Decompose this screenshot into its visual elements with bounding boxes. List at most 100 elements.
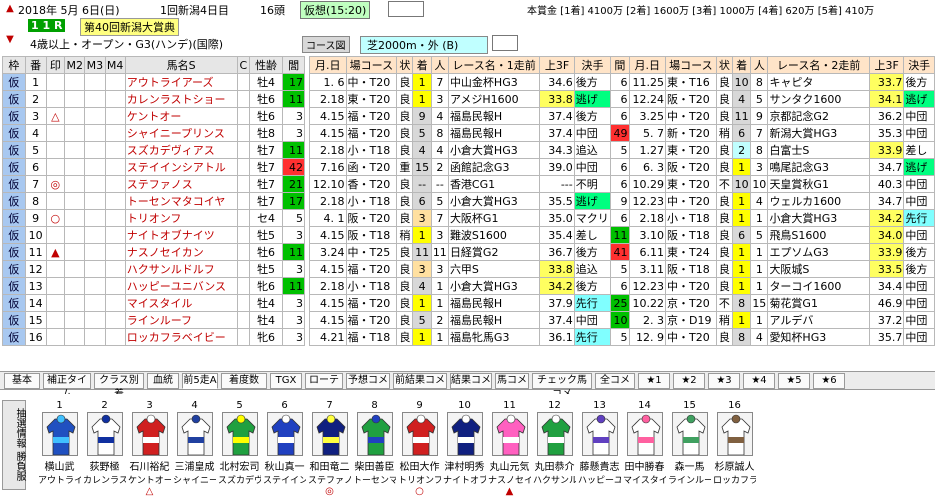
horse-row[interactable]: 仮 7 ◎ ステファノス 牡7 21	[2, 175, 305, 193]
past-race-row[interactable]: 2.18 東・T20 良 1 3 アメジH1600 33.8 逃げ 6 12.24 阪・T20 良 4 5…	[309, 90, 935, 108]
tab-11[interactable]: 馬コメ	[495, 373, 529, 389]
tab-15[interactable]: ★2	[673, 373, 705, 389]
prediction-mark[interactable]	[45, 260, 66, 278]
past-col-header[interactable]: 状	[715, 56, 733, 74]
past-race-row[interactable]: 4.15 福・T20 良 1 1 福島民報H 37.9 先行 25 10.22 京・T20 不 8 15 菊…	[309, 294, 935, 312]
past-race-row[interactable]: 2.18 小・T18 良 6 5 小倉大賞HG3 35.5 逃げ 9 12.23 中・T20 良 1 4 ウ…	[309, 192, 935, 210]
past-col-header[interactable]: 上3F	[539, 56, 575, 74]
past-col-header[interactable]: 場コース	[345, 56, 398, 74]
col-interval[interactable]: 閭	[282, 56, 305, 74]
horse-name[interactable]: ナスノセイカン	[124, 243, 238, 261]
past-col-header[interactable]: 着	[731, 56, 752, 74]
past-col-header[interactable]: 間	[610, 56, 630, 74]
horse-name[interactable]: ロッカフラベイビー	[124, 328, 238, 346]
tab-14[interactable]: ★1	[638, 373, 670, 389]
prediction-mark[interactable]	[45, 277, 66, 295]
tab-7[interactable]: ローテ	[305, 373, 343, 389]
horse-name[interactable]: トリオンフ	[124, 209, 238, 227]
prediction-mark[interactable]	[45, 141, 66, 159]
tab-2[interactable]: クラス別着	[94, 373, 144, 400]
past-col-header[interactable]: 人	[750, 56, 769, 74]
horse-name[interactable]: ケントオー	[124, 107, 238, 125]
past-race-row[interactable]: 2.18 小・T18 良 4 1 小倉大賞HG3 34.2 後方 6 12.23 中・T20 良 1 1 タ…	[309, 277, 935, 295]
course-map-button[interactable]: コース図	[302, 36, 350, 53]
tab-10[interactable]: 結果コメ	[450, 373, 492, 389]
col-sex-age[interactable]: 性齢	[248, 56, 284, 74]
silk-card[interactable]: 4 三浦皇成 シャイニー	[173, 400, 216, 495]
past-race-row[interactable]: 4.21 福・T18 良 1 1 福島牝馬G3 36.1 先行 5 12. 9 中・T20 良 8 4 愛知…	[309, 328, 935, 346]
horse-row[interactable]: 仮 15 ラインルーフ 牡4 3	[2, 311, 305, 329]
past-race-row[interactable]: 4. 1 阪・T20 良 3 7 大阪杯G1 35.0 マクリ 6 2.18 小・T18 良 1 1 小倉大…	[309, 209, 935, 227]
past-col-header[interactable]: 上3F	[868, 56, 905, 74]
tab-3[interactable]: 血統	[147, 373, 179, 389]
tab-19[interactable]: ★6	[813, 373, 845, 389]
past-race-row[interactable]: 4.15 福・T20 良 9 4 福島民報H 37.4 後方 6 3.25 中・T20 良 11 9 京都記…	[309, 107, 935, 125]
prev-race-arrow[interactable]: ▲	[4, 3, 16, 15]
past-race-row[interactable]: 3.24 中・T25 良 11 11 日経賞G2 36.7 後方 41 6.11 東・T24 良 1 1 エ…	[309, 243, 935, 261]
past-race-row[interactable]: 7.16 函・T20 重 15 2 函館記念G3 39.0 中団 6 6. 3 阪・T20 良 1 3 鳴尾…	[309, 158, 935, 176]
past-race-row[interactable]: 1. 6 中・T20 良 1 7 中山金杯HG3 34.6 後方 6 11.25 東・T16 良 10 8…	[309, 73, 935, 91]
horse-row[interactable]: 仮 12 ハクサンルドルフ 牡5 3	[2, 260, 305, 278]
silk-card[interactable]: 10 津村明秀 ナイトオブ	[443, 400, 486, 495]
silk-card[interactable]: 16 杉原誠人 ロッカフラ	[713, 400, 756, 495]
horse-name[interactable]: カレンラストショー	[124, 90, 238, 108]
prediction-mark[interactable]: ○	[45, 209, 66, 227]
silk-card[interactable]: 13 藤懸貴志 ハッピーユ	[578, 400, 621, 495]
horse-row[interactable]: 仮 14 マイスタイル 牡4 3	[2, 294, 305, 312]
past-race-row[interactable]: 4.15 福・T20 良 3 3 六甲S 33.8 追込 5 3.11 阪・T18 良 1 1 大阪城S 33…	[309, 260, 935, 278]
past-col-header[interactable]: レース名・1走前	[447, 56, 541, 74]
horse-row[interactable]: 仮 2 カレンラストショー 牡6 11	[2, 90, 305, 108]
prediction-mark[interactable]	[45, 226, 66, 244]
past-col-header[interactable]: 決手	[903, 56, 935, 74]
horse-row[interactable]: 仮 13 ハッピーユニバンス 牝6 11	[2, 277, 305, 295]
prediction-mark[interactable]	[45, 192, 66, 210]
past-col-header[interactable]: 月.日	[628, 56, 667, 74]
tab-18[interactable]: ★5	[778, 373, 810, 389]
silk-card[interactable]: 5 北村宏司 スズカデヴ	[218, 400, 261, 495]
horse-row[interactable]: 仮 3 △ ケントオー 牡6 3	[2, 107, 305, 125]
horse-name[interactable]: ステファノス	[124, 175, 238, 193]
prediction-mark[interactable]	[45, 90, 66, 108]
horse-name[interactable]: スズカデヴィアス	[124, 141, 238, 159]
silk-card[interactable]: 7 和田竜二 ステファノ ◎	[308, 400, 351, 497]
past-race-row[interactable]: 2.18 小・T18 良 4 4 小倉大賞HG3 34.3 追込 5 1.27 東・T20 良 2 8 白富…	[309, 141, 935, 159]
horse-row[interactable]: 仮 16 ロッカフラベイビー 牝6 3	[2, 328, 305, 346]
horse-name[interactable]: ハッピーユニバンス	[124, 277, 238, 295]
past-race-row[interactable]: 4.15 福・T20 良 5 2 福島民報H 37.4 中団 10 2. 3 京・D19 稍 1 1 アルデ…	[309, 311, 935, 329]
silk-card[interactable]: 6 秋山真一 ステイイン	[263, 400, 306, 495]
horse-row[interactable]: 仮 1 アウトライアーズ 牡4 17	[2, 73, 305, 91]
prediction-mark[interactable]	[45, 328, 66, 346]
tab-8[interactable]: 予想コメ	[346, 373, 390, 389]
tab-17[interactable]: ★4	[743, 373, 775, 389]
prediction-mark[interactable]: ▲	[45, 243, 66, 261]
prediction-mark[interactable]	[45, 294, 66, 312]
horse-row[interactable]: 仮 5 スズカデヴィアス 牡7 11	[2, 141, 305, 159]
past-col-header[interactable]: 月.日	[309, 56, 347, 74]
col-m2[interactable]: M2	[64, 56, 86, 74]
col-c[interactable]: C	[236, 56, 251, 74]
silk-card[interactable]: 15 森一馬 ラインルー	[668, 400, 711, 495]
past-race-row[interactable]: 4.15 福・T20 良 5 8 福島民報H 37.4 中団 49 5. 7 新・T20 稍 6 7 新潟大…	[309, 124, 935, 142]
past-col-header[interactable]: 状	[396, 56, 414, 74]
past-col-header[interactable]: 場コース	[665, 56, 717, 74]
horse-row[interactable]: 仮 4 シャイニープリンス 牡8 3	[2, 124, 305, 142]
tab-0[interactable]: 基本	[4, 373, 40, 389]
prediction-mark[interactable]	[45, 158, 66, 176]
col-horse-name[interactable]: 馬名S	[124, 56, 238, 74]
horse-name[interactable]: ラインルーフ	[124, 311, 238, 329]
horse-row[interactable]: 仮 9 ○ トリオンフ セ4 5	[2, 209, 305, 227]
prediction-mark[interactable]: ◎	[45, 175, 66, 193]
past-col-header[interactable]: 決手	[573, 56, 612, 74]
past-race-row[interactable]: 4.15 阪・T18 稍 1 3 難波S1600 35.4 差し 11 3.10 阪・T18 良 6 5 飛…	[309, 226, 935, 244]
silk-card[interactable]: 1 横山武 アウトライ	[38, 400, 81, 495]
course-input[interactable]	[492, 35, 518, 51]
horse-name[interactable]: ナイトオブナイツ	[124, 226, 238, 244]
horse-name[interactable]: マイスタイル	[124, 294, 238, 312]
horse-row[interactable]: 仮 11 ▲ ナスノセイカン 牡6 11	[2, 243, 305, 261]
prediction-mark[interactable]	[45, 311, 66, 329]
tab-1[interactable]: 補正タイム	[43, 373, 91, 400]
silk-card[interactable]: 9 松田大作 トリオンフ ○	[398, 400, 441, 497]
silk-card[interactable]: 3 石川裕紀 ケントオー △	[128, 400, 171, 497]
prediction-mark[interactable]	[45, 124, 66, 142]
tab-12[interactable]: チェック馬コメ	[532, 373, 592, 400]
